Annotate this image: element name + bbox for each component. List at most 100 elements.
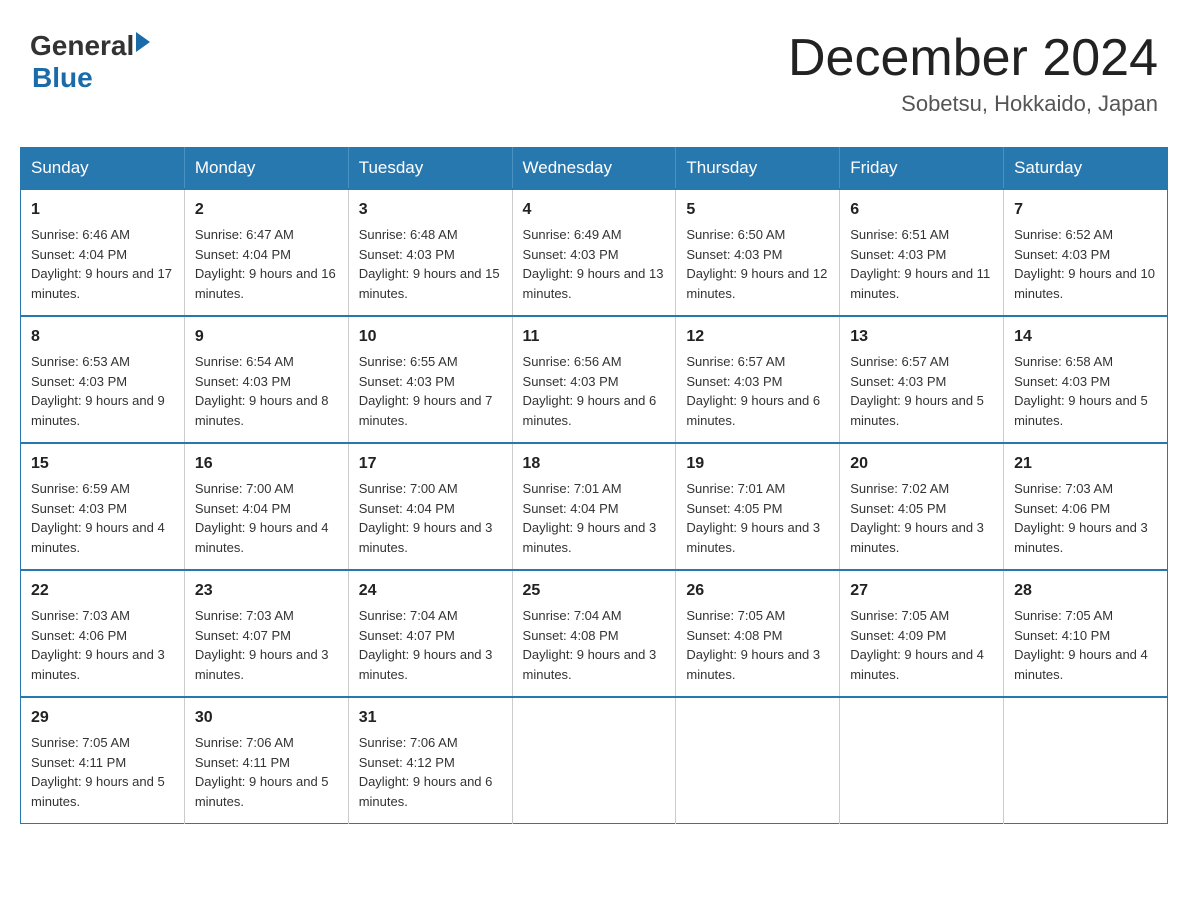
page-header: General Blue December 2024 Sobetsu, Hokk… <box>20 20 1168 127</box>
week-row-2: 8 Sunrise: 6:53 AMSunset: 4:03 PMDaylight… <box>21 316 1168 443</box>
day-number: 29 <box>31 706 174 730</box>
day-cell: 31 Sunrise: 7:06 AMSunset: 4:12 PMDayligh… <box>348 697 512 824</box>
day-number: 7 <box>1014 198 1157 222</box>
day-number: 18 <box>523 452 666 476</box>
day-cell: 7 Sunrise: 6:52 AMSunset: 4:03 PMDaylight… <box>1004 189 1168 316</box>
day-number: 1 <box>31 198 174 222</box>
day-cell: 13 Sunrise: 6:57 AMSunset: 4:03 PMDayligh… <box>840 316 1004 443</box>
day-cell: 15 Sunrise: 6:59 AMSunset: 4:03 PMDayligh… <box>21 443 185 570</box>
logo: General Blue <box>30 30 150 94</box>
header-tuesday: Tuesday <box>348 148 512 190</box>
day-info: Sunrise: 7:05 AMSunset: 4:09 PMDaylight:… <box>850 606 993 684</box>
day-info: Sunrise: 7:03 AMSunset: 4:06 PMDaylight:… <box>1014 479 1157 557</box>
day-cell: 6Sunrise: 6:51 AMSunset: 4:03 PMDaylight… <box>840 189 1004 316</box>
day-cell: 16Sunrise: 7:00 AMSunset: 4:04 PMDayligh… <box>184 443 348 570</box>
day-info: Sunrise: 6:57 AMSunset: 4:03 PMDaylight:… <box>850 352 993 430</box>
day-number: 15 <box>31 452 174 476</box>
day-number: 13 <box>850 325 993 349</box>
day-number: 17 <box>359 452 502 476</box>
day-cell: 26 Sunrise: 7:05 AMSunset: 4:08 PMDayligh… <box>676 570 840 697</box>
day-cell: 11 Sunrise: 6:56 AMSunset: 4:03 PMDayligh… <box>512 316 676 443</box>
day-info: Sunrise: 6:46 AMSunset: 4:04 PMDaylight:… <box>31 225 174 303</box>
day-info: Sunrise: 6:47 AMSunset: 4:04 PMDaylight:… <box>195 225 338 303</box>
day-number: 19 <box>686 452 829 476</box>
day-cell <box>512 697 676 824</box>
header-friday: Friday <box>840 148 1004 190</box>
day-number: 16 <box>195 452 338 476</box>
day-cell: 23 Sunrise: 7:03 AMSunset: 4:07 PMDayligh… <box>184 570 348 697</box>
day-number: 2 <box>195 198 338 222</box>
day-cell: 4Sunrise: 6:49 AMSunset: 4:03 PMDaylight… <box>512 189 676 316</box>
day-info: Sunrise: 7:01 AMSunset: 4:04 PMDaylight:… <box>523 479 666 557</box>
day-info: Sunrise: 6:52 AMSunset: 4:03 PMDaylight:… <box>1014 225 1157 303</box>
day-cell: 9 Sunrise: 6:54 AMSunset: 4:03 PMDaylight… <box>184 316 348 443</box>
day-info: Sunrise: 7:03 AMSunset: 4:07 PMDaylight:… <box>195 606 338 684</box>
day-info: Sunrise: 7:05 AMSunset: 4:08 PMDaylight:… <box>686 606 829 684</box>
day-cell: 10 Sunrise: 6:55 AMSunset: 4:03 PMDayligh… <box>348 316 512 443</box>
day-number: 20 <box>850 452 993 476</box>
day-number: 26 <box>686 579 829 603</box>
day-number: 23 <box>195 579 338 603</box>
day-number: 4 <box>523 198 666 222</box>
day-info: Sunrise: 7:04 AMSunset: 4:07 PMDaylight:… <box>359 606 502 684</box>
day-cell <box>1004 697 1168 824</box>
day-info: Sunrise: 6:54 AMSunset: 4:03 PMDaylight:… <box>195 352 338 430</box>
day-info: Sunrise: 6:56 AMSunset: 4:03 PMDaylight:… <box>523 352 666 430</box>
day-number: 9 <box>195 325 338 349</box>
day-cell: 29Sunrise: 7:05 AMSunset: 4:11 PMDayligh… <box>21 697 185 824</box>
header-sunday: Sunday <box>21 148 185 190</box>
day-cell: 22 Sunrise: 7:03 AMSunset: 4:06 PMDayligh… <box>21 570 185 697</box>
day-info: Sunrise: 6:53 AMSunset: 4:03 PMDaylight:… <box>31 352 174 430</box>
day-info: Sunrise: 7:06 AMSunset: 4:12 PMDaylight:… <box>359 733 502 811</box>
logo-blue: Blue <box>32 62 150 94</box>
day-number: 24 <box>359 579 502 603</box>
day-cell: 27 Sunrise: 7:05 AMSunset: 4:09 PMDayligh… <box>840 570 1004 697</box>
header-monday: Monday <box>184 148 348 190</box>
day-info: Sunrise: 6:48 AMSunset: 4:03 PMDaylight:… <box>359 225 502 303</box>
day-number: 10 <box>359 325 502 349</box>
day-info: Sunrise: 6:55 AMSunset: 4:03 PMDaylight:… <box>359 352 502 430</box>
day-cell: 30 Sunrise: 7:06 AMSunset: 4:11 PMDayligh… <box>184 697 348 824</box>
day-number: 22 <box>31 579 174 603</box>
day-number: 8 <box>31 325 174 349</box>
days-header-row: SundayMondayTuesdayWednesdayThursdayFrid… <box>21 148 1168 190</box>
location-subtitle: Sobetsu, Hokkaido, Japan <box>788 91 1158 117</box>
day-number: 30 <box>195 706 338 730</box>
day-number: 12 <box>686 325 829 349</box>
day-info: Sunrise: 7:06 AMSunset: 4:11 PMDaylight:… <box>195 733 338 811</box>
day-cell: 24 Sunrise: 7:04 AMSunset: 4:07 PMDayligh… <box>348 570 512 697</box>
day-cell: 28 Sunrise: 7:05 AMSunset: 4:10 PMDayligh… <box>1004 570 1168 697</box>
day-info: Sunrise: 7:03 AMSunset: 4:06 PMDaylight:… <box>31 606 174 684</box>
day-number: 27 <box>850 579 993 603</box>
title-section: December 2024 Sobetsu, Hokkaido, Japan <box>788 30 1158 117</box>
day-cell <box>676 697 840 824</box>
header-saturday: Saturday <box>1004 148 1168 190</box>
day-info: Sunrise: 6:59 AMSunset: 4:03 PMDaylight:… <box>31 479 174 557</box>
day-cell: 18 Sunrise: 7:01 AMSunset: 4:04 PMDayligh… <box>512 443 676 570</box>
day-cell: 19 Sunrise: 7:01 AMSunset: 4:05 PMDayligh… <box>676 443 840 570</box>
day-info: Sunrise: 6:57 AMSunset: 4:03 PMDaylight:… <box>686 352 829 430</box>
day-cell: 25 Sunrise: 7:04 AMSunset: 4:08 PMDayligh… <box>512 570 676 697</box>
day-cell: 5Sunrise: 6:50 AMSunset: 4:03 PMDaylight… <box>676 189 840 316</box>
day-info: Sunrise: 7:01 AMSunset: 4:05 PMDaylight:… <box>686 479 829 557</box>
week-row-1: 1 Sunrise: 6:46 AMSunset: 4:04 PMDaylight… <box>21 189 1168 316</box>
day-cell: 20Sunrise: 7:02 AMSunset: 4:05 PMDayligh… <box>840 443 1004 570</box>
day-number: 11 <box>523 325 666 349</box>
day-info: Sunrise: 6:51 AMSunset: 4:03 PMDaylight:… <box>850 225 993 303</box>
day-number: 25 <box>523 579 666 603</box>
day-number: 21 <box>1014 452 1157 476</box>
day-info: Sunrise: 7:05 AMSunset: 4:10 PMDaylight:… <box>1014 606 1157 684</box>
day-number: 28 <box>1014 579 1157 603</box>
day-cell: 8 Sunrise: 6:53 AMSunset: 4:03 PMDaylight… <box>21 316 185 443</box>
day-number: 14 <box>1014 325 1157 349</box>
day-number: 31 <box>359 706 502 730</box>
day-cell: 12 Sunrise: 6:57 AMSunset: 4:03 PMDayligh… <box>676 316 840 443</box>
week-row-3: 15 Sunrise: 6:59 AMSunset: 4:03 PMDayligh… <box>21 443 1168 570</box>
day-cell: 17Sunrise: 7:00 AMSunset: 4:04 PMDayligh… <box>348 443 512 570</box>
header-wednesday: Wednesday <box>512 148 676 190</box>
day-cell: 1 Sunrise: 6:46 AMSunset: 4:04 PMDaylight… <box>21 189 185 316</box>
week-row-5: 29Sunrise: 7:05 AMSunset: 4:11 PMDayligh… <box>21 697 1168 824</box>
day-info: Sunrise: 7:04 AMSunset: 4:08 PMDaylight:… <box>523 606 666 684</box>
day-cell: 21 Sunrise: 7:03 AMSunset: 4:06 PMDayligh… <box>1004 443 1168 570</box>
header-thursday: Thursday <box>676 148 840 190</box>
